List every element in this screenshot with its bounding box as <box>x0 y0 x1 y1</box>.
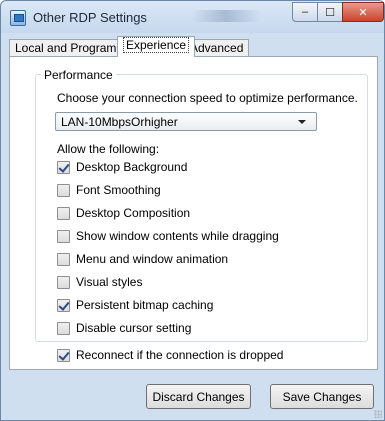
rdp-settings-window: Other RDP Settings – ☐ ✕ Local and Progr… <box>0 0 385 421</box>
tab-experience-label: Experience <box>123 37 190 53</box>
option-desktop-composition[interactable]: Desktop Composition <box>57 206 190 220</box>
tab-local-and-program[interactable]: Local and Program <box>9 39 123 57</box>
speed-prompt: Choose your connection speed to optimize… <box>57 91 358 105</box>
tab-experience[interactable]: Experience <box>117 36 196 57</box>
option-persistent-bitmap-caching[interactable]: Persistent bitmap caching <box>57 298 213 312</box>
app-icon <box>10 10 26 26</box>
connection-speed-select[interactable]: LAN-10MbpsOrhigher <box>55 112 317 131</box>
checkbox[interactable] <box>57 206 70 220</box>
dropdown-arrow-icon <box>298 120 306 124</box>
save-changes-button[interactable]: Save Changes <box>270 384 374 409</box>
checkbox[interactable] <box>57 321 70 335</box>
close-button[interactable]: ✕ <box>342 2 384 22</box>
allow-label: Allow the following: <box>57 142 160 156</box>
option-label: Visual styles <box>76 275 143 289</box>
minimize-button[interactable]: – <box>292 2 318 22</box>
option-label: Desktop Composition <box>76 206 191 220</box>
option-desktop-background[interactable]: Desktop Background <box>57 160 187 174</box>
option-label: Disable cursor setting <box>76 321 192 335</box>
performance-group-title: Performance <box>41 68 116 82</box>
checkbox[interactable] <box>57 348 70 362</box>
discard-changes-button[interactable]: Discard Changes <box>146 384 251 409</box>
maximize-button[interactable]: ☐ <box>317 2 343 22</box>
checkbox[interactable] <box>57 160 70 174</box>
option-label: Show window contents while dragging <box>76 229 279 243</box>
option-label: Reconnect if the connection is dropped <box>76 348 284 362</box>
title-blur <box>191 10 261 22</box>
option-disable-cursor-setting[interactable]: Disable cursor setting <box>57 321 191 335</box>
checkbox[interactable] <box>57 183 70 197</box>
option-font-smoothing[interactable]: Font Smoothing <box>57 183 161 197</box>
option-show-window-contents[interactable]: Show window contents while dragging <box>57 229 279 243</box>
option-label: Menu and window animation <box>76 252 229 266</box>
window-title: Other RDP Settings <box>33 10 147 25</box>
title-bar[interactable]: Other RDP Settings – ☐ ✕ <box>1 1 384 33</box>
option-visual-styles[interactable]: Visual styles <box>57 275 142 289</box>
option-reconnect[interactable]: Reconnect if the connection is dropped <box>57 348 283 362</box>
checkbox[interactable] <box>57 252 70 266</box>
checkbox[interactable] <box>57 298 70 312</box>
option-label: Font Smoothing <box>76 183 161 197</box>
option-menu-window-animation[interactable]: Menu and window animation <box>57 252 228 266</box>
option-label: Persistent bitmap caching <box>76 298 214 312</box>
connection-speed-value: LAN-10MbpsOrhigher <box>61 115 178 129</box>
option-label: Desktop Background <box>76 160 188 174</box>
checkbox[interactable] <box>57 275 70 289</box>
resize-grip[interactable] <box>374 410 382 418</box>
checkbox[interactable] <box>57 229 70 243</box>
